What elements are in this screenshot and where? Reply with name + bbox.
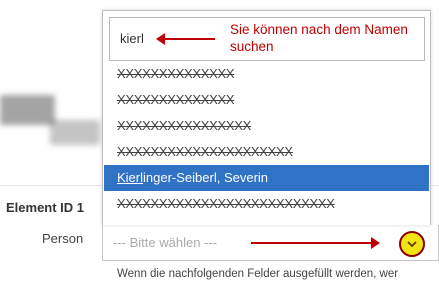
chevron-down-icon (407, 240, 417, 248)
person-label: Person (42, 231, 84, 246)
annotation-arrow (165, 38, 215, 40)
option-label-rest: inger-Seiberl, Severin (143, 170, 269, 185)
annotation-arrow-head (371, 237, 380, 249)
option-label: XXXXXXXXXXXXXXXXXXXXX (117, 144, 293, 159)
hint-text: Wenn die nachfolgenden Felder ausgefüllt… (117, 268, 399, 280)
option-item[interactable]: XXXXXXXXXXXXXXXX (104, 113, 429, 139)
search-input[interactable] (120, 31, 160, 46)
dropdown-panel: Sie können nach dem Namen suchen XXXXXXX… (102, 10, 431, 225)
option-label: XXXXXXXXXXXXXX (117, 66, 235, 81)
blurred-background (0, 95, 55, 125)
option-item[interactable]: XXXXXXXXXXXXXX (104, 61, 429, 87)
option-item[interactable]: XXXXXXXXXXXXXX (104, 87, 429, 113)
blurred-background (50, 120, 100, 145)
dropdown-toggle-button[interactable] (399, 231, 425, 257)
annotation-arrow-head (156, 33, 165, 45)
option-label: XXXXXXXXXXXXXX (117, 92, 235, 107)
option-label: XXXXXXXXXXXXXXXX (117, 118, 251, 133)
select-placeholder: --- Bitte wählen --- (113, 235, 218, 250)
option-label: XXXXXXXXXXXXXXXXXXXXXXXXXX (117, 196, 335, 211)
search-annotation: Sie können nach dem Namen suchen (230, 22, 408, 54)
search-box[interactable]: Sie können nach dem Namen suchen (109, 17, 425, 61)
annotation-arrow (251, 242, 375, 244)
element-id-label: Element ID 1 (6, 200, 85, 215)
option-item[interactable]: XXXXXXXXXXXXXXXXXXXXXXXXXX (104, 191, 429, 217)
option-label-match: Kierl (117, 170, 144, 185)
option-item-selected[interactable]: Kierlinger-Seiberl, Severin (104, 165, 429, 191)
option-item[interactable]: XXXXXXXXXXXXXXXXXXXXX (104, 139, 429, 165)
person-select[interactable]: --- Bitte wählen --- (102, 225, 439, 261)
